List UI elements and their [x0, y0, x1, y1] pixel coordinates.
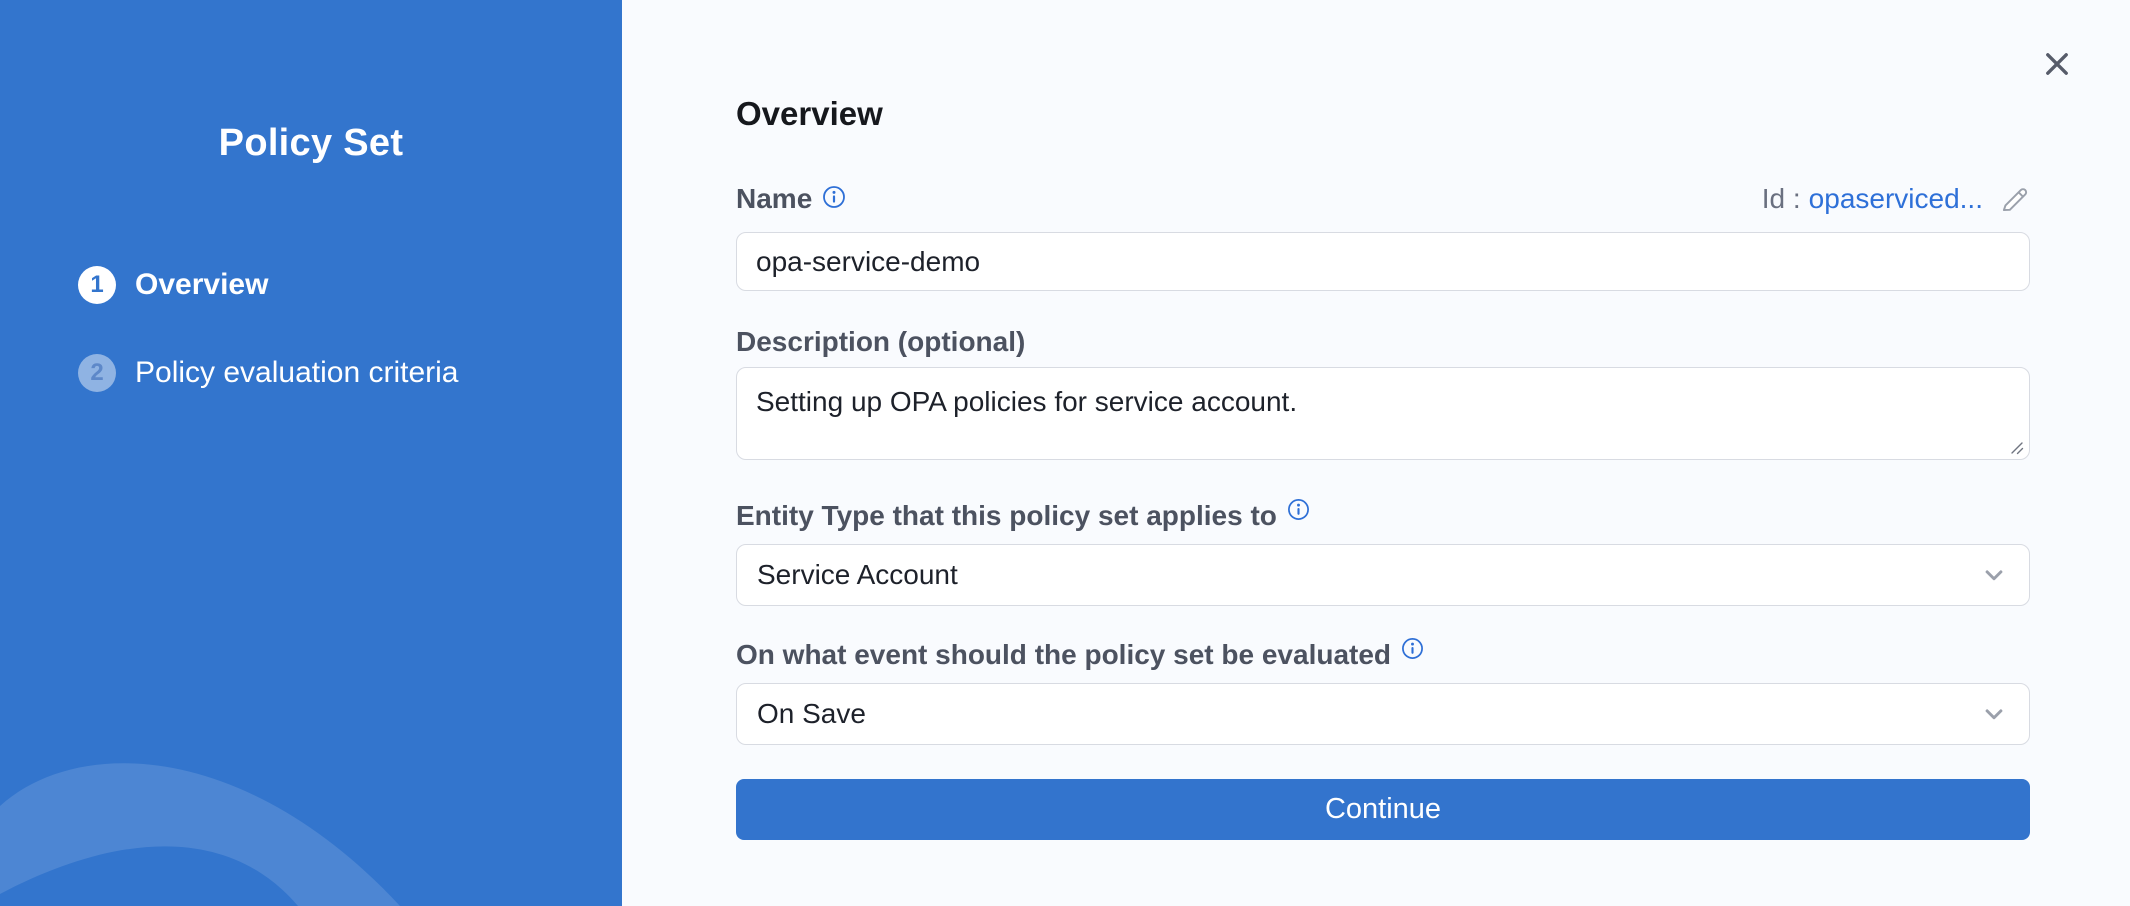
- name-input[interactable]: [736, 232, 2030, 291]
- pencil-icon: [1999, 184, 2030, 215]
- stepper: 1 Overview 2 Policy evaluation criteria: [78, 266, 458, 392]
- description-label: Description (optional): [736, 326, 1025, 358]
- step-2-label: Policy evaluation criteria: [135, 356, 458, 390]
- evaluation-event-value: On Save: [757, 698, 866, 730]
- info-icon[interactable]: [822, 185, 846, 209]
- sidebar-title: Policy Set: [0, 122, 622, 165]
- step-1-number: 1: [90, 271, 103, 299]
- name-label: Name: [736, 183, 846, 215]
- continue-button[interactable]: Continue: [736, 779, 2030, 840]
- id-value-link[interactable]: opaserviced...: [1809, 183, 1983, 215]
- evaluation-event-select[interactable]: On Save: [736, 683, 2030, 745]
- wave-decoration: [0, 676, 622, 906]
- info-icon[interactable]: [1287, 498, 1310, 521]
- step-2-badge: 2: [78, 354, 116, 392]
- entity-type-select[interactable]: Service Account: [736, 544, 2030, 606]
- modal-content: Overview Name Id : opaservice: [622, 0, 2130, 906]
- step-overview[interactable]: 1 Overview: [78, 266, 458, 304]
- policy-set-modal: Policy Set 1 Overview 2 Policy evaluatio…: [0, 0, 2130, 906]
- id-label: Id :: [1762, 183, 1801, 215]
- info-icon[interactable]: [1401, 637, 1424, 660]
- entity-type-label: Entity Type that this policy set applies…: [736, 500, 1310, 532]
- close-icon: [2040, 47, 2074, 81]
- chevron-down-icon: [1979, 699, 2009, 729]
- step-policy-evaluation-criteria[interactable]: 2 Policy evaluation criteria: [78, 354, 458, 392]
- name-field-header: Name Id : opaserviced...: [736, 183, 2030, 215]
- step-1-badge: 1: [78, 266, 116, 304]
- entity-id-group: Id : opaserviced...: [1762, 183, 2030, 215]
- sidebar: Policy Set 1 Overview 2 Policy evaluatio…: [0, 0, 622, 906]
- description-field: Setting up OPA policies for service acco…: [736, 367, 2030, 465]
- page-title: Overview: [736, 95, 2030, 133]
- step-2-number: 2: [90, 359, 103, 387]
- description-textarea[interactable]: Setting up OPA policies for service acco…: [736, 367, 2030, 460]
- step-1-label: Overview: [135, 268, 268, 302]
- edit-id-button[interactable]: [1999, 184, 2030, 215]
- entity-type-value: Service Account: [757, 559, 958, 591]
- chevron-down-icon: [1979, 560, 2009, 590]
- close-button[interactable]: [2040, 47, 2074, 81]
- overview-form: Name Id : opaserviced...: [736, 183, 2030, 840]
- evaluation-event-label: On what event should the policy set be e…: [736, 639, 1424, 671]
